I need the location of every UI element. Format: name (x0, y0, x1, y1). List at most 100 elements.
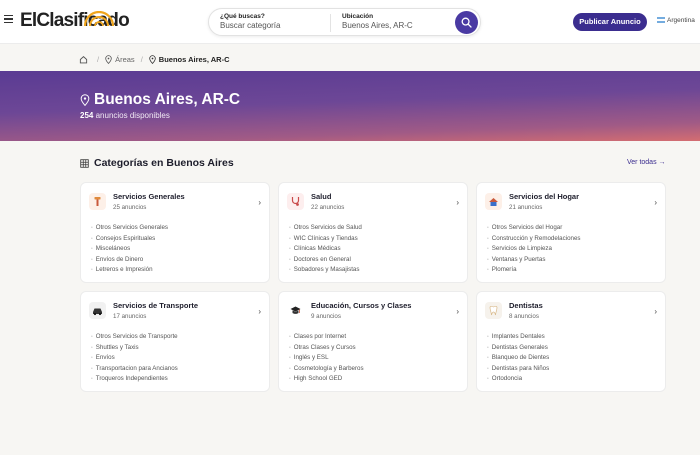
home-icon[interactable] (79, 55, 88, 64)
search-button[interactable] (455, 11, 478, 34)
subcategory-link[interactable]: Otros Servicios Generales (91, 223, 168, 234)
category-count: 22 anuncios (311, 204, 345, 211)
search-bar: ¿Qué buscas? Buscar categoría Ubicación … (208, 8, 481, 36)
subcategory-list: Otros Servicios Generales Consejos Espir… (91, 223, 168, 276)
section-title-text: Categorías en Buenos Aires (94, 157, 234, 169)
publish-ad-button[interactable]: Publicar Anuncio (573, 13, 647, 31)
subcategory-list: Otros Servicios del Hogar Construcción y… (487, 223, 581, 276)
graduation-cap-icon (287, 302, 304, 319)
tooth-icon (485, 302, 502, 319)
category-title[interactable]: Servicios del Hogar (509, 192, 579, 201)
category-card[interactable]: Servicios de Transporte 17 anuncios › Ot… (80, 291, 270, 392)
car-icon (89, 302, 106, 319)
subcategory-link[interactable]: Ortodoncia (487, 374, 549, 385)
country-selector[interactable]: Argentina (657, 17, 695, 24)
top-header: ElClasificado ¿Qué buscas? Buscar catego… (0, 0, 700, 44)
breadcrumb-separator: / (140, 54, 143, 64)
breadcrumb-current: Buenos Aires, AR-C (158, 54, 230, 64)
see-all-link[interactable]: Ver todas → (627, 159, 666, 166)
hero-title: Buenos Aires, AR-C (80, 91, 240, 109)
logo-signal-icon (83, 11, 115, 27)
subcategory-link[interactable]: Transportacion para Ancianos (91, 364, 178, 375)
category-title[interactable]: Servicios de Transporte (113, 301, 198, 310)
category-card[interactable]: Servicios Generales 25 anuncios › Otros … (80, 182, 270, 283)
subcategory-link[interactable]: WIC Clínicas y Tiendas (289, 234, 362, 245)
subcategory-list: Implantes Dentales Dentistas Generales B… (487, 332, 549, 385)
subcategory-link[interactable]: Otros Servicios de Transporte (91, 332, 178, 343)
listing-count-suffix: anuncios disponibles (95, 111, 170, 120)
location-hero-banner: Buenos Aires, AR-C 254 anuncios disponib… (0, 71, 700, 141)
subcategory-link[interactable]: High School GED (289, 374, 364, 385)
category-title[interactable]: Dentistas (509, 301, 543, 310)
category-search-input[interactable]: Buscar categoría (220, 21, 280, 30)
subcategory-list: Otros Servicios de Transporte Shuttles y… (91, 332, 178, 385)
subcategory-link[interactable]: Doctores en General (289, 255, 362, 266)
argentina-flag-icon (657, 17, 665, 24)
category-count: 8 anuncios (509, 313, 539, 320)
stethoscope-icon (287, 193, 304, 210)
chevron-right-icon[interactable]: › (456, 198, 459, 207)
breadcrumb-separator: / (97, 54, 100, 64)
subcategory-list: Clases por Internet Otras Clases y Curso… (289, 332, 364, 385)
subcategory-list: Otros Servicios de Salud WIC Clínicas y … (289, 223, 362, 276)
subcategory-link[interactable]: Misceláneos (91, 244, 168, 255)
category-count: 25 anuncios (113, 204, 147, 211)
breadcrumb: / Áreas / Buenos Aires, AR-C (79, 53, 230, 65)
subcategory-link[interactable]: Consejos Espirituales (91, 234, 168, 245)
subcategory-link[interactable]: Plomería (487, 265, 581, 276)
subcategory-link[interactable]: Otras Clases y Cursos (289, 343, 364, 354)
location-pin-icon (149, 54, 156, 64)
category-card[interactable]: Dentistas 8 anuncios › Implantes Dentale… (476, 291, 666, 392)
subcategory-link[interactable]: Dentistas Generales (487, 343, 549, 354)
chevron-right-icon[interactable]: › (654, 198, 657, 207)
category-search-field[interactable]: ¿Qué buscas? Buscar categoría (220, 13, 280, 30)
category-count: 21 anuncios (509, 204, 543, 211)
subcategory-link[interactable]: Shuttles y Taxis (91, 343, 178, 354)
category-title[interactable]: Servicios Generales (113, 192, 185, 201)
grid-icon (80, 158, 89, 168)
chevron-right-icon[interactable]: › (456, 307, 459, 316)
subcategory-link[interactable]: Cosmetología y Barberos (289, 364, 364, 375)
subcategory-link[interactable]: Servicios de Limpieza (487, 244, 581, 255)
category-card[interactable]: Educación, Cursos y Clases 9 anuncios › … (278, 291, 468, 392)
category-title[interactable]: Educación, Cursos y Clases (311, 301, 411, 310)
subcategory-link[interactable]: Construcción y Remodelaciones (487, 234, 581, 245)
search-icon (461, 17, 472, 28)
category-card[interactable]: Salud 22 anuncios › Otros Servicios de S… (278, 182, 468, 283)
location-pin-icon (80, 94, 90, 106)
subcategory-link[interactable]: Implantes Dentales (487, 332, 549, 343)
chevron-right-icon[interactable]: › (258, 307, 261, 316)
breadcrumb-areas-link[interactable]: Áreas (115, 55, 135, 64)
category-search-label: ¿Qué buscas? (220, 13, 265, 20)
subcategory-link[interactable]: Troqueros Independientes (91, 374, 178, 385)
hamburger-menu-icon[interactable] (4, 15, 13, 24)
house-icon (485, 193, 502, 210)
category-count: 9 anuncios (311, 313, 341, 320)
section-title: Categorías en Buenos Aires (80, 157, 234, 169)
category-card[interactable]: Servicios del Hogar 21 anuncios › Otros … (476, 182, 666, 283)
search-divider (330, 14, 331, 32)
subcategory-link[interactable]: Otros Servicios del Hogar (487, 223, 581, 234)
subcategory-link[interactable]: Envíos (91, 353, 178, 364)
listing-count-number: 254 (80, 111, 94, 120)
subcategory-link[interactable]: Sobadores y Masajistas (289, 265, 362, 276)
listing-count: 254 anuncios disponibles (80, 111, 170, 120)
subcategory-link[interactable]: Letreros e Impresión (91, 265, 168, 276)
subcategory-link[interactable]: Inglés y ESL (289, 353, 364, 364)
location-input[interactable]: Buenos Aires, AR-C (342, 21, 413, 30)
subcategory-link[interactable]: Envíos de Dinero (91, 255, 168, 266)
location-search-field[interactable]: Ubicación Buenos Aires, AR-C (342, 13, 413, 30)
chevron-right-icon[interactable]: › (258, 198, 261, 207)
subcategory-link[interactable]: Clínicas Médicas (289, 244, 362, 255)
chevron-right-icon[interactable]: › (654, 307, 657, 316)
tools-icon (89, 193, 106, 210)
location-label: Ubicación (342, 13, 374, 20)
country-label: Argentina (667, 17, 695, 24)
subcategory-link[interactable]: Ventanas y Puertas (487, 255, 581, 266)
category-count: 17 anuncios (113, 313, 147, 320)
category-title[interactable]: Salud (311, 192, 331, 201)
subcategory-link[interactable]: Otros Servicios de Salud (289, 223, 362, 234)
subcategory-link[interactable]: Blanqueo de Dientes (487, 353, 549, 364)
subcategory-link[interactable]: Dentistas para Niños (487, 364, 549, 375)
subcategory-link[interactable]: Clases por Internet (289, 332, 364, 343)
